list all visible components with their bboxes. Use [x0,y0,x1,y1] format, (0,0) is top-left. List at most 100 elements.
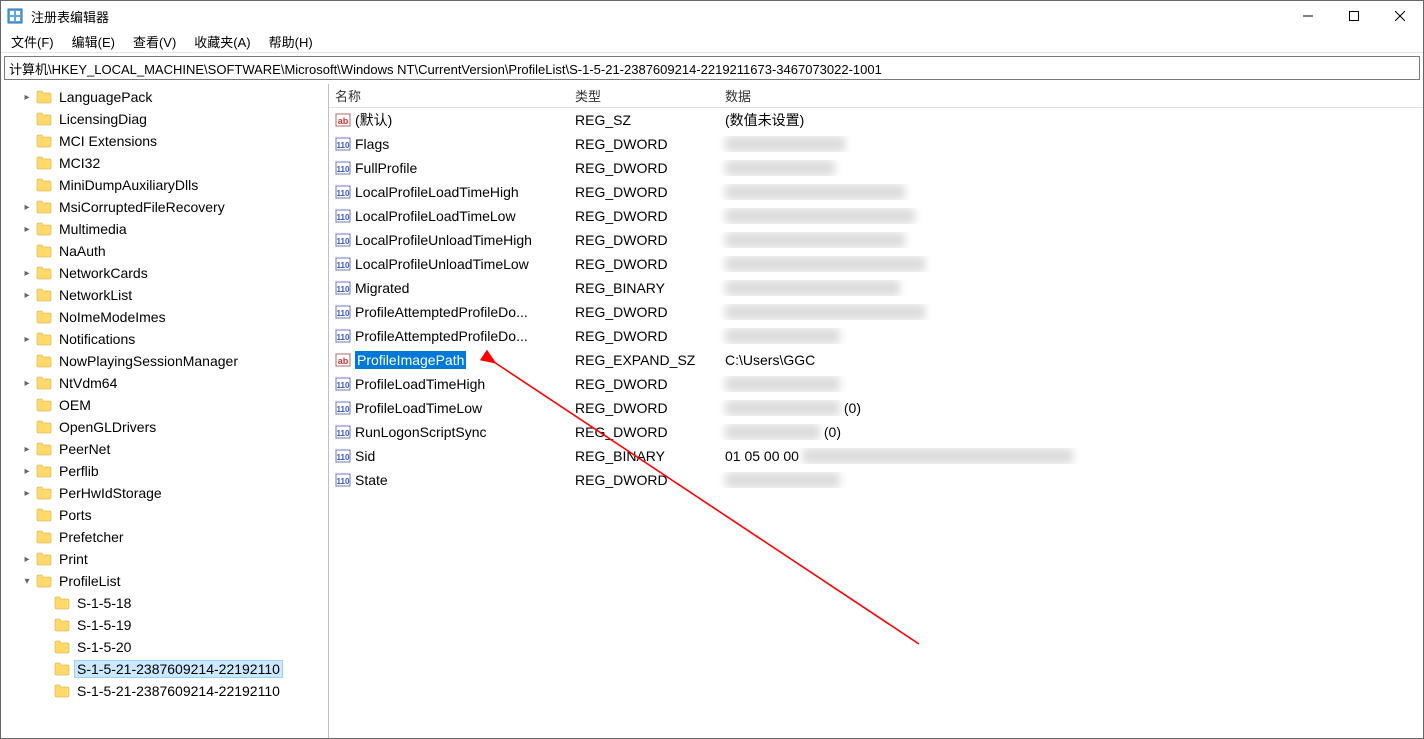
chevron-down-icon[interactable]: ▾ [19,576,35,587]
value-row[interactable]: 110MigratedREG_BINARY [329,276,1423,300]
tree-item[interactable]: ▸NoImeModeImes [1,306,328,328]
value-row[interactable]: 110StateREG_DWORD [329,468,1423,492]
chevron-right-icon[interactable]: ▸ [19,224,35,235]
tree-item[interactable]: ▸S-1-5-21-2387609214-22192110 [1,680,328,702]
folder-icon [35,200,53,214]
tree-item[interactable]: ▸NaAuth [1,240,328,262]
folder-icon [35,156,53,170]
address-bar[interactable]: 计算机\HKEY_LOCAL_MACHINE\SOFTWARE\Microsof… [4,56,1420,80]
tree-item[interactable]: ▸Prefetcher [1,526,328,548]
value-name: FullProfile [355,160,417,176]
tree-item[interactable]: ▸MCI Extensions [1,130,328,152]
tree-scroll[interactable]: ▸LanguagePack▸LicensingDiag▸MCI Extensio… [1,84,328,738]
value-type: REG_SZ [569,112,719,128]
menu-edit[interactable]: 编辑(E) [68,32,119,51]
tree-item[interactable]: ▸S-1-5-20 [1,636,328,658]
tree-pane: ▸LanguagePack▸LicensingDiag▸MCI Extensio… [1,84,329,738]
tree-item[interactable]: ▾ProfileList [1,570,328,592]
tree-item[interactable]: ▸NowPlayingSessionManager [1,350,328,372]
value-row[interactable]: 110FullProfileREG_DWORD [329,156,1423,180]
chevron-right-icon[interactable]: ▸ [19,202,35,213]
svg-text:110: 110 [337,261,350,270]
tree-item[interactable]: ▸PerHwIdStorage [1,482,328,504]
menu-favorites[interactable]: 收藏夹(A) [190,32,254,51]
close-button[interactable] [1377,1,1423,31]
tree-item[interactable]: ▸Print [1,548,328,570]
menu-file[interactable]: 文件(F) [7,32,58,51]
value-row[interactable]: 110LocalProfileLoadTimeLowREG_DWORD [329,204,1423,228]
tree-item-label: Prefetcher [56,528,127,546]
value-row[interactable]: ab(默认)REG_SZ(数值未设置) [329,108,1423,132]
values-pane: 名称 类型 数据 ab(默认)REG_SZ(数值未设置)110FlagsREG_… [329,84,1423,738]
tree-item[interactable]: ▸PeerNet [1,438,328,460]
tree-item-label: MsiCorruptedFileRecovery [56,198,228,216]
value-data [719,184,1423,200]
tree-item[interactable]: ▸Multimedia [1,218,328,240]
tree-item[interactable]: ▸S-1-5-21-2387609214-22192110 [1,658,328,680]
tree-item[interactable]: ▸NetworkCards [1,262,328,284]
value-row[interactable]: 110SidREG_BINARY01 05 00 00 [329,444,1423,468]
tree-item[interactable]: ▸OpenGLDrivers [1,416,328,438]
value-row[interactable]: 110FlagsREG_DWORD [329,132,1423,156]
tree-item[interactable]: ▸MiniDumpAuxiliaryDlls [1,174,328,196]
chevron-right-icon[interactable]: ▸ [19,268,35,279]
column-name[interactable]: 名称 [329,86,569,105]
chevron-right-icon[interactable]: ▸ [19,378,35,389]
tree-item[interactable]: ▸Notifications [1,328,328,350]
chevron-right-icon[interactable]: ▸ [19,92,35,103]
tree-item[interactable]: ▸OEM [1,394,328,416]
tree-item[interactable]: ▸S-1-5-18 [1,592,328,614]
folder-icon [35,464,53,478]
column-type[interactable]: 类型 [569,86,719,105]
value-type: REG_DWORD [569,424,719,440]
value-type: REG_DWORD [569,400,719,416]
value-name: LocalProfileUnloadTimeHigh [355,232,532,248]
menu-help[interactable]: 帮助(H) [265,32,317,51]
value-row[interactable]: 110ProfileAttemptedProfileDo...REG_DWORD [329,324,1423,348]
value-type: REG_DWORD [569,256,719,272]
tree-item-label: Ports [56,506,95,524]
chevron-right-icon[interactable]: ▸ [19,290,35,301]
value-name-cell: 110ProfileLoadTimeLow [329,400,569,416]
tree-item[interactable]: ▸LicensingDiag [1,108,328,130]
value-row[interactable]: 110ProfileLoadTimeLowREG_DWORD (0) [329,396,1423,420]
value-type: REG_DWORD [569,472,719,488]
value-data [719,160,1423,176]
tree-item[interactable]: ▸Ports [1,504,328,526]
folder-icon [53,684,71,698]
binary-value-icon: 110 [335,328,351,344]
minimize-button[interactable] [1285,1,1331,31]
value-name-cell: 110LocalProfileUnloadTimeHigh [329,232,569,248]
tree-item-label: NowPlayingSessionManager [56,352,241,370]
tree-item[interactable]: ▸ MsiCorruptedFileRecovery [1,196,328,218]
tree-item[interactable]: ▸MCI32 [1,152,328,174]
tree-item[interactable]: ▸NetworkList [1,284,328,306]
chevron-right-icon[interactable]: ▸ [19,554,35,565]
tree-item[interactable]: ▸S-1-5-19 [1,614,328,636]
value-data [719,472,1423,488]
value-row[interactable]: 110LocalProfileUnloadTimeHighREG_DWORD [329,228,1423,252]
tree-item[interactable]: ▸NtVdm64 [1,372,328,394]
chevron-right-icon[interactable]: ▸ [19,488,35,499]
folder-icon [53,662,71,676]
value-row[interactable]: 110LocalProfileUnloadTimeLowREG_DWORD [329,252,1423,276]
tree-item[interactable]: ▸LanguagePack [1,86,328,108]
value-row[interactable]: abProfileImagePathREG_EXPAND_SZC:\Users\… [329,348,1423,372]
column-data[interactable]: 数据 [719,86,1423,105]
svg-text:110: 110 [337,405,350,414]
folder-icon [35,112,53,126]
value-row[interactable]: 110ProfileAttemptedProfileDo...REG_DWORD [329,300,1423,324]
value-name: Migrated [355,280,409,296]
value-row[interactable]: 110LocalProfileLoadTimeHighREG_DWORD [329,180,1423,204]
folder-icon [35,222,53,236]
titlebar: 注册表编辑器 [1,1,1423,31]
value-row[interactable]: 110ProfileLoadTimeHighREG_DWORD [329,372,1423,396]
menu-view[interactable]: 查看(V) [129,32,180,51]
value-row[interactable]: 110RunLogonScriptSyncREG_DWORD (0) [329,420,1423,444]
maximize-button[interactable] [1331,1,1377,31]
chevron-right-icon[interactable]: ▸ [19,334,35,345]
app-icon [7,8,23,24]
chevron-right-icon[interactable]: ▸ [19,444,35,455]
chevron-right-icon[interactable]: ▸ [19,466,35,477]
tree-item[interactable]: ▸Perflib [1,460,328,482]
